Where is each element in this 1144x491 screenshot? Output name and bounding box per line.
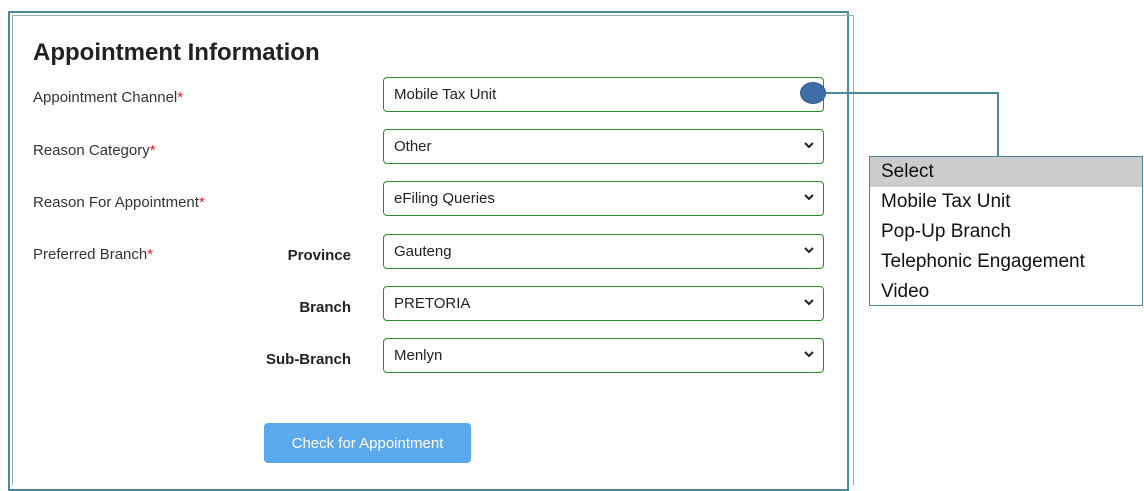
sub-branch-value: Menlyn [394,347,443,364]
branch-label: Branch [299,299,351,316]
chevron-down-icon [804,299,814,306]
reason-category-label: Reason Category* [33,142,156,159]
reason-for-appointment-label-text: Reason For Appointment [33,194,199,211]
appointment-channel-options-list: Select Mobile Tax Unit Pop-Up Branch Tel… [869,156,1143,306]
reason-category-select[interactable]: Other [383,129,824,164]
reason-for-appointment-value: eFiling Queries [394,190,495,207]
chevron-down-icon [804,194,814,201]
chevron-down-icon [804,142,814,149]
required-star: * [149,142,156,159]
province-select[interactable]: Gauteng [383,234,824,269]
section-title: Appointment Information [33,39,320,66]
dropdown-option-pop-up-branch[interactable]: Pop-Up Branch [870,217,1142,247]
reason-for-appointment-select[interactable]: eFiling Queries [383,181,824,216]
reason-for-appointment-label: Reason For Appointment* [33,194,205,211]
required-star: * [177,89,184,106]
chevron-down-icon [804,247,814,254]
callout-pointer-dot [800,82,826,104]
required-star: * [147,246,154,263]
appointment-channel-field[interactable]: Mobile Tax Unit [383,77,824,112]
check-for-appointment-button[interactable]: Check for Appointment [264,423,471,463]
reason-category-value: Other [394,138,432,155]
appointment-channel-value: Mobile Tax Unit [394,86,497,103]
sub-branch-select[interactable]: Menlyn [383,338,824,373]
sub-branch-label: Sub-Branch [265,351,351,368]
province-label: Province [287,247,351,264]
branch-value: PRETORIA [394,295,471,312]
dropdown-option-select[interactable]: Select [870,157,1142,187]
dropdown-option-mobile-tax-unit[interactable]: Mobile Tax Unit [870,187,1142,217]
dropdown-option-telephonic-engagement[interactable]: Telephonic Engagement [870,247,1142,277]
preferred-branch-label: Preferred Branch* [33,246,153,263]
preferred-branch-label-text: Preferred Branch [33,246,148,263]
required-star: * [198,194,205,211]
appointment-channel-label: Appointment Channel* [33,89,183,106]
reason-category-label-text: Reason Category [33,142,150,159]
appointment-channel-label-text: Appointment Channel [33,89,178,106]
chevron-down-icon [804,351,814,358]
branch-select[interactable]: PRETORIA [383,286,824,321]
province-value: Gauteng [394,243,452,260]
dropdown-option-video[interactable]: Video [870,277,1142,307]
